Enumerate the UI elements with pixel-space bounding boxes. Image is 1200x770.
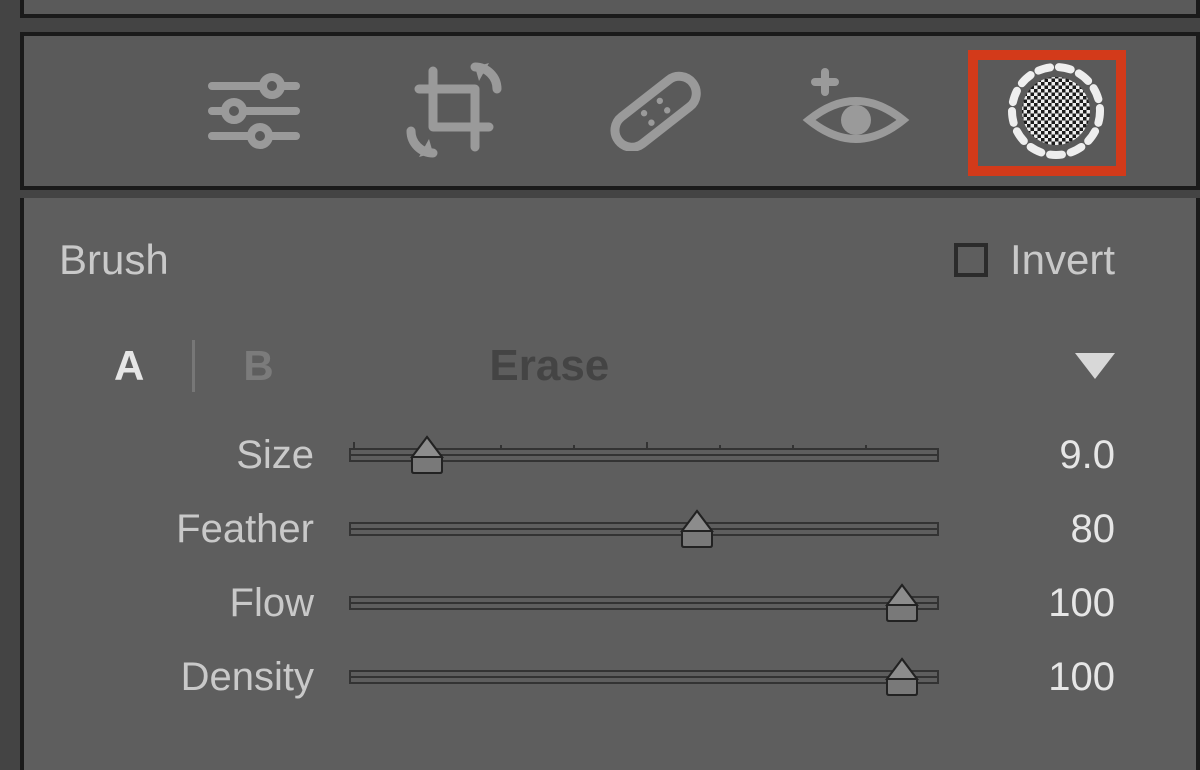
- erase-mode[interactable]: Erase: [489, 341, 859, 391]
- brush-mode-a[interactable]: A: [114, 342, 144, 390]
- feather-slider-thumb[interactable]: [680, 509, 714, 549]
- invert-label: Invert: [1010, 236, 1115, 284]
- density-slider[interactable]: [349, 670, 939, 684]
- size-value[interactable]: 9.0: [939, 433, 1141, 478]
- size-slider-thumb[interactable]: [410, 435, 444, 475]
- feather-value[interactable]: 80: [939, 507, 1141, 552]
- bandage-icon: [600, 71, 710, 151]
- size-slider[interactable]: [349, 448, 939, 462]
- masking-tool-button[interactable]: [996, 61, 1116, 161]
- tool-strip: [20, 32, 1200, 190]
- flow-slider-thumb[interactable]: [885, 583, 919, 623]
- crop-rotate-icon: [405, 61, 505, 161]
- heal-tool-button[interactable]: [595, 71, 715, 151]
- feather-slider[interactable]: [349, 522, 939, 536]
- edit-tool-button[interactable]: [194, 72, 314, 150]
- brush-panel: Brush Invert A B Erase Size: [20, 198, 1200, 770]
- crop-tool-button[interactable]: [395, 61, 515, 161]
- sliders-icon: [206, 72, 302, 150]
- flow-value[interactable]: 100: [939, 581, 1141, 626]
- panel-title: Brush: [59, 236, 169, 284]
- redeye-tool-button[interactable]: [796, 68, 916, 154]
- flow-label: Flow: [59, 581, 349, 626]
- redeye-icon: [801, 68, 911, 154]
- flow-slider[interactable]: [349, 596, 939, 610]
- size-label: Size: [59, 433, 349, 478]
- density-slider-thumb[interactable]: [885, 657, 919, 697]
- brush-sliders: Size 9.0 Feather 80: [59, 418, 1141, 714]
- feather-label: Feather: [59, 507, 349, 552]
- brush-mode-b[interactable]: B: [243, 342, 273, 390]
- panel-border-top: [20, 0, 1200, 18]
- invert-checkbox[interactable]: [954, 243, 988, 277]
- masking-icon: [1006, 61, 1106, 161]
- mode-separator: [192, 340, 195, 392]
- density-label: Density: [59, 655, 349, 700]
- density-value[interactable]: 100: [939, 655, 1141, 700]
- disclosure-triangle-icon[interactable]: [1075, 353, 1115, 379]
